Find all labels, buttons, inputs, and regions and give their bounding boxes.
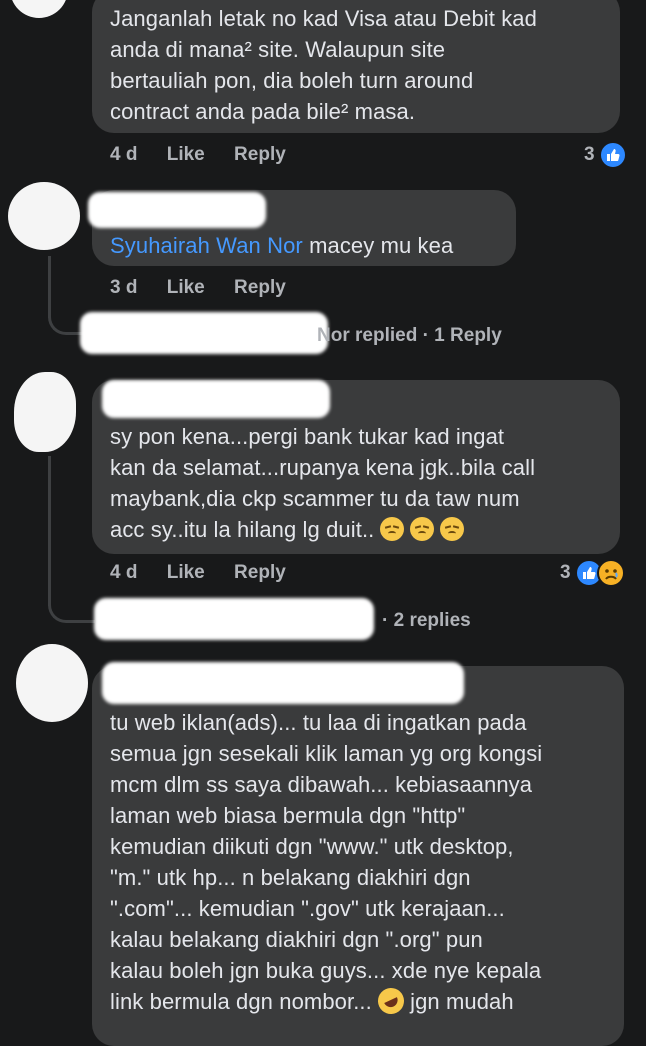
like-button[interactable]: Like — [167, 277, 205, 298]
comment-line: kan da selamat...rupanya kena jgk..bila … — [110, 455, 536, 480]
comment-line: mcm dlm ss saya dibawah... kebiasaannya — [110, 772, 533, 797]
comment-line: Janganlah letak no kad Visa atau Debit k… — [110, 6, 537, 31]
like-icon — [598, 141, 627, 169]
timestamp[interactable]: 3 d — [110, 277, 137, 298]
comment-line: kemudian diikuti dgn "www." utk desktop, — [110, 834, 514, 859]
comment-line: semua jgn sesekali klik laman yg org kon… — [110, 741, 543, 766]
comment-text: Syuhairah Wan Nor macey mu kea — [110, 230, 453, 261]
comment-text: Janganlah letak no kad Visa atau Debit k… — [110, 3, 537, 127]
rolling-on-floor-laughing-icon — [373, 983, 409, 1019]
pensive-face-icon — [380, 517, 405, 541]
comment-line: tu web iklan(ads)... tu laa di ingatkan … — [110, 710, 527, 735]
comment-line: kalau boleh jgn buka guys... xde nye kep… — [110, 958, 542, 983]
sad-icon — [596, 559, 625, 587]
view-replies-link[interactable]: Nor replied · 1 Reply — [317, 325, 502, 347]
redacted-author-name — [102, 380, 330, 418]
avatar[interactable] — [16, 644, 88, 722]
comment-line: link bermula dgn nombor... — [110, 989, 372, 1014]
comment-line: jgn mudah — [410, 989, 514, 1014]
timestamp[interactable]: 4 d — [110, 144, 137, 165]
pensive-face-icon — [410, 517, 435, 541]
comment-line: kalau belakang diakhiri dgn ".org" pun — [110, 927, 483, 952]
comment-line: ".com"... kemudian ".gov" utk kerajaan..… — [110, 896, 505, 921]
reactions[interactable]: 3 — [584, 141, 627, 169]
comment-text: sy pon kena...pergi bank tukar kad ingat… — [110, 421, 535, 545]
comment-line: laman web biasa bermula dgn "http" — [110, 803, 466, 828]
comment-text: tu web iklan(ads)... tu laa di ingatkan … — [110, 707, 543, 1019]
avatar[interactable] — [14, 372, 76, 452]
comment-line: bertauliah pon, dia boleh turn around — [110, 68, 474, 93]
like-button[interactable]: Like — [167, 562, 205, 583]
comment-body: macey mu kea — [302, 233, 454, 258]
comment-actions: 4 d Like Reply — [110, 562, 310, 584]
redacted-author-name — [88, 192, 266, 228]
reaction-count: 3 — [560, 562, 571, 583]
comment-actions: 4 d Like Reply — [110, 144, 310, 166]
comment-line: acc sy..itu la hilang lg duit.. — [110, 517, 375, 542]
comment-line: sy pon kena...pergi bank tukar kad ingat — [110, 424, 505, 449]
reaction-count: 3 — [584, 144, 595, 165]
reactions[interactable]: 3 — [560, 559, 625, 587]
comment-line: contract anda pada bile² masa. — [110, 99, 416, 124]
like-button[interactable]: Like — [167, 144, 205, 165]
redacted-replier-avatar-name — [80, 312, 328, 354]
comment-line: anda di mana² site. Walaupun site — [110, 37, 446, 62]
avatar[interactable] — [8, 182, 80, 250]
reply-button[interactable]: Reply — [234, 144, 286, 165]
comment-actions: 3 d Like Reply — [110, 277, 310, 299]
redacted-author-name — [102, 662, 464, 704]
comment-line: "m." utk hp... n belakang diakhiri dgn — [110, 865, 471, 890]
reply-button[interactable]: Reply — [234, 277, 286, 298]
timestamp[interactable]: 4 d — [110, 562, 137, 583]
redacted-replier-avatar-name — [94, 598, 374, 640]
comment-line: maybank,dia ckp scammer tu da taw num — [110, 486, 520, 511]
avatar[interactable] — [10, 0, 68, 18]
thread-connector — [48, 584, 95, 623]
view-replies-link[interactable]: · 2 replies — [382, 610, 471, 632]
pensive-face-icon — [440, 517, 465, 541]
mention-link[interactable]: Syuhairah Wan Nor — [110, 233, 303, 258]
reply-button[interactable]: Reply — [234, 562, 286, 583]
